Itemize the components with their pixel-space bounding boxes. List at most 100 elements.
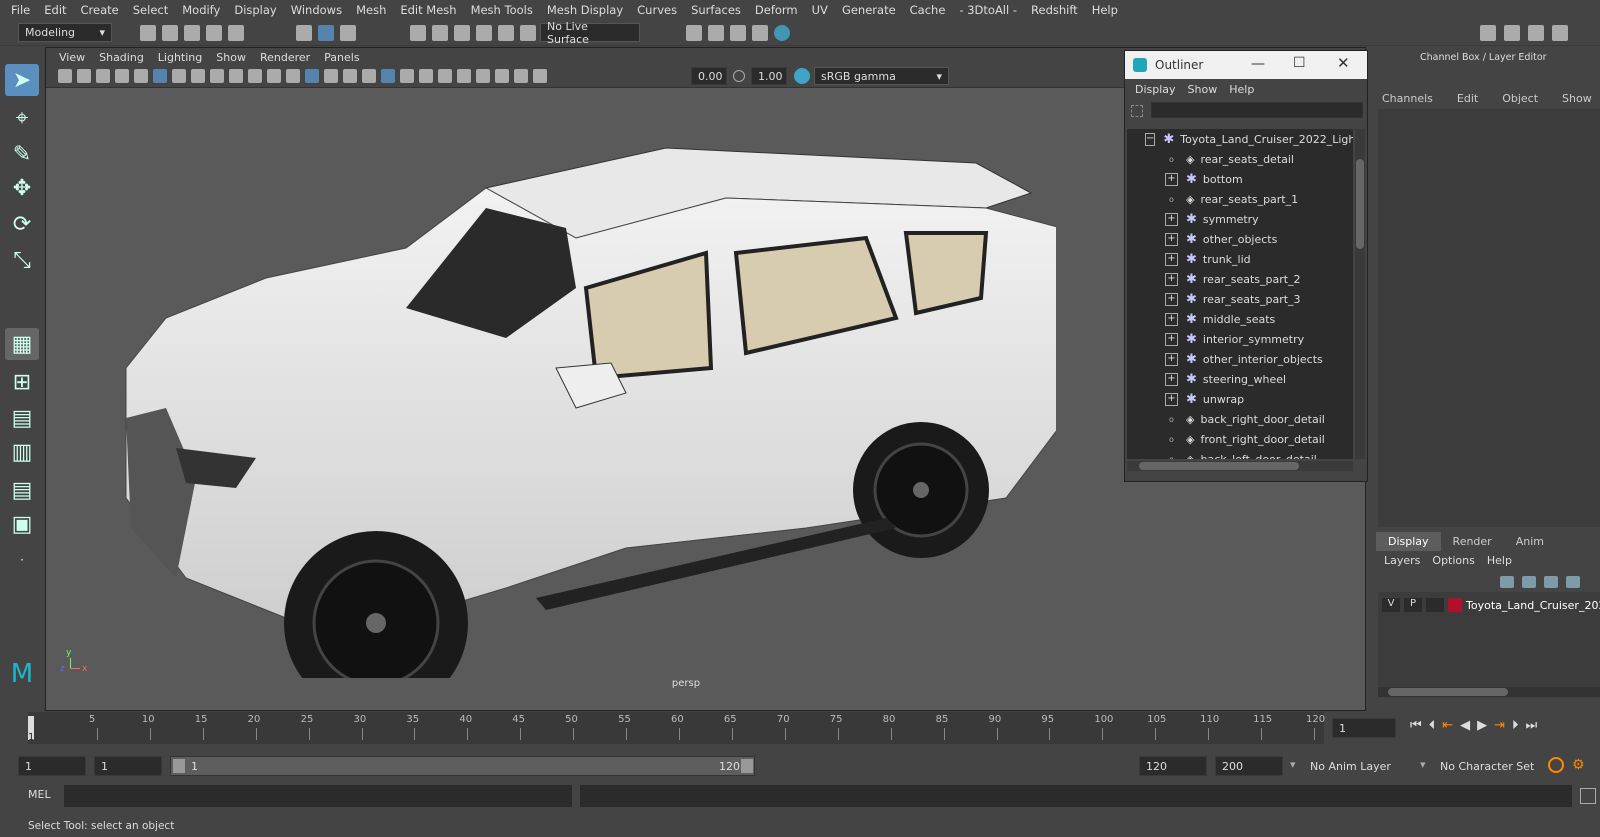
expand-icon[interactable]: + <box>1165 312 1178 326</box>
outliner-layout-icon[interactable]: ▤ <box>5 402 39 434</box>
outliner-item[interactable]: + ✱ rear_seats_part_2 <box>1127 269 1353 289</box>
script-language-label[interactable]: MEL <box>28 788 51 801</box>
playback-end-field[interactable]: 120 <box>1139 756 1207 776</box>
prev-key-icon[interactable]: ⇤ <box>1442 718 1453 733</box>
maximize-icon[interactable]: ☐ <box>1293 55 1306 71</box>
move-layer-down-icon[interactable] <box>1522 576 1536 588</box>
menu-cache[interactable]: Cache <box>903 3 953 17</box>
step-back-icon[interactable]: ⏴ <box>1429 718 1436 733</box>
time-slider[interactable]: 1 5 10 15 20 25 30 35 40 45 50 55 60 65 70 75 80 85 90 95 1… <box>0 712 1600 748</box>
outliner-filter-icon[interactable] <box>1131 105 1143 117</box>
menu-mesh-tools[interactable]: Mesh Tools <box>464 3 540 17</box>
workspace-dropdown[interactable]: Modeling ▾ <box>18 23 112 42</box>
menu-redshift[interactable]: Redshift <box>1024 3 1085 17</box>
select-tool-icon[interactable]: ➤ <box>5 64 39 96</box>
shadows-icon[interactable] <box>381 69 395 83</box>
outliner-item[interactable]: + ✱ steering_wheel <box>1127 369 1353 389</box>
ipr-render-icon[interactable] <box>730 25 746 41</box>
channel-box-icon[interactable] <box>1552 25 1568 41</box>
next-key-icon[interactable]: ⇥ <box>1494 718 1505 733</box>
paint-select-tool-icon[interactable]: ✎ <box>5 138 39 170</box>
safe-action-icon[interactable] <box>248 69 262 83</box>
gate-mask-icon[interactable] <box>210 69 224 83</box>
layer-visibility-toggle[interactable]: V <box>1382 598 1400 612</box>
layer-type-toggle[interactable] <box>1426 598 1444 612</box>
menu-help[interactable]: Help <box>1085 3 1125 17</box>
camera-select-icon[interactable] <box>58 69 72 83</box>
textured-icon[interactable] <box>343 69 357 83</box>
outliner-item[interactable]: − ✱ Toyota_Land_Cruiser_2022_Ligh <box>1127 129 1353 149</box>
expand-icon[interactable]: + <box>1165 352 1178 366</box>
live-surface-field[interactable]: No Live Surface <box>540 20 640 46</box>
range-end-handle[interactable] <box>741 759 753 773</box>
viewport-menu-panels[interactable]: Panels <box>317 51 366 64</box>
select-object-icon[interactable] <box>318 25 334 41</box>
outliner-item[interactable]: o ◈ rear_seats_part_1 <box>1127 189 1353 209</box>
collapse-icon[interactable]: − <box>1145 132 1156 146</box>
viewport-menu-renderer[interactable]: Renderer <box>253 51 317 64</box>
layer-color-swatch[interactable] <box>1448 598 1462 612</box>
menu-display[interactable]: Display <box>227 3 283 17</box>
menu-mesh-display[interactable]: Mesh Display <box>540 3 630 17</box>
outliner-item[interactable]: o ◈ rear_seats_detail <box>1127 149 1353 169</box>
expand-icon[interactable]: + <box>1165 332 1178 346</box>
outliner-item[interactable]: o ◈ front_right_door_detail <box>1127 429 1353 449</box>
scale-tool-icon[interactable]: ⤡ <box>5 244 39 276</box>
snap-curve-icon[interactable] <box>432 25 448 41</box>
outliner-item[interactable]: + ✱ other_interior_objects <box>1127 349 1353 369</box>
anim-start-field[interactable]: 1 <box>18 756 86 776</box>
ambient-occlusion-icon[interactable] <box>400 69 414 83</box>
outliner-menu-show[interactable]: Show <box>1182 83 1224 96</box>
command-input[interactable] <box>64 785 572 807</box>
outliner-item[interactable]: + ✱ middle_seats <box>1127 309 1353 329</box>
current-frame-field[interactable]: 1 <box>1332 718 1396 738</box>
bookmark-icon[interactable] <box>96 69 110 83</box>
outliner-vscrollbar[interactable] <box>1355 129 1365 459</box>
menu-windows[interactable]: Windows <box>284 3 349 17</box>
expand-icon[interactable]: + <box>1165 212 1178 226</box>
layer-row[interactable]: V P Toyota_Land_Cruiser_202 <box>1382 598 1600 612</box>
lights-icon[interactable] <box>362 69 376 83</box>
safe-title-icon[interactable] <box>267 69 281 83</box>
modeling-toolkit-icon[interactable] <box>1480 25 1496 41</box>
outliner-hscroll-thumb[interactable] <box>1139 462 1299 470</box>
custom-layout-icon[interactable]: · <box>5 544 39 576</box>
expand-icon[interactable]: + <box>1165 292 1178 306</box>
hypershade-icon[interactable] <box>774 25 790 41</box>
menu-edit-mesh[interactable]: Edit Mesh <box>393 3 463 17</box>
save-scene-icon[interactable] <box>184 25 200 41</box>
field-chart-icon[interactable] <box>229 69 243 83</box>
range-start-handle[interactable] <box>173 759 185 773</box>
wireframe-icon[interactable] <box>286 69 300 83</box>
outliner-item[interactable]: o ◈ back_left_door_detail <box>1127 449 1353 460</box>
render-frame-icon[interactable] <box>708 25 724 41</box>
playback-start-field[interactable]: 1 <box>94 756 162 776</box>
hypershade-layout-icon[interactable]: ▣ <box>5 508 39 540</box>
gamma-field[interactable]: 1.00 <box>751 67 787 85</box>
snap-surface-icon[interactable] <box>498 25 514 41</box>
grease-pencil-icon[interactable] <box>134 69 148 83</box>
outliner-menu-display[interactable]: Display <box>1129 83 1182 96</box>
menu-create[interactable]: Create <box>74 3 126 17</box>
exposure-field[interactable]: 0.00 <box>691 67 727 85</box>
expand-icon[interactable]: + <box>1165 392 1178 406</box>
depth-of-field-icon[interactable] <box>438 69 452 83</box>
time-ruler[interactable]: 1 5 10 15 20 25 30 35 40 45 50 55 60 65 70 75 80 85 90 95 1… <box>28 712 1325 744</box>
expand-icon[interactable]: + <box>1165 372 1178 386</box>
outliner-menu-help[interactable]: Help <box>1223 83 1260 96</box>
film-gate-icon[interactable] <box>172 69 186 83</box>
outliner-item[interactable]: + ✱ interior_symmetry <box>1127 329 1353 349</box>
anim-end-field[interactable]: 200 <box>1215 756 1283 776</box>
redo-icon[interactable] <box>228 25 244 41</box>
image-plane-icon[interactable] <box>115 69 129 83</box>
outliner-hscrollbar[interactable] <box>1127 461 1353 471</box>
script-editor-icon[interactable] <box>1580 788 1596 804</box>
four-view-layout-icon[interactable]: ⊞ <box>5 366 39 398</box>
anim-prefs-icon[interactable]: ⚙ <box>1572 757 1588 773</box>
layer-hscroll-thumb[interactable] <box>1388 688 1508 696</box>
auto-key-icon[interactable] <box>1548 757 1564 773</box>
single-view-layout-icon[interactable]: ▦ <box>5 328 39 360</box>
viewport-menu-shading[interactable]: Shading <box>92 51 151 64</box>
lasso-tool-icon[interactable]: ⌖ <box>5 102 39 134</box>
exposure-icon[interactable] <box>533 69 547 83</box>
